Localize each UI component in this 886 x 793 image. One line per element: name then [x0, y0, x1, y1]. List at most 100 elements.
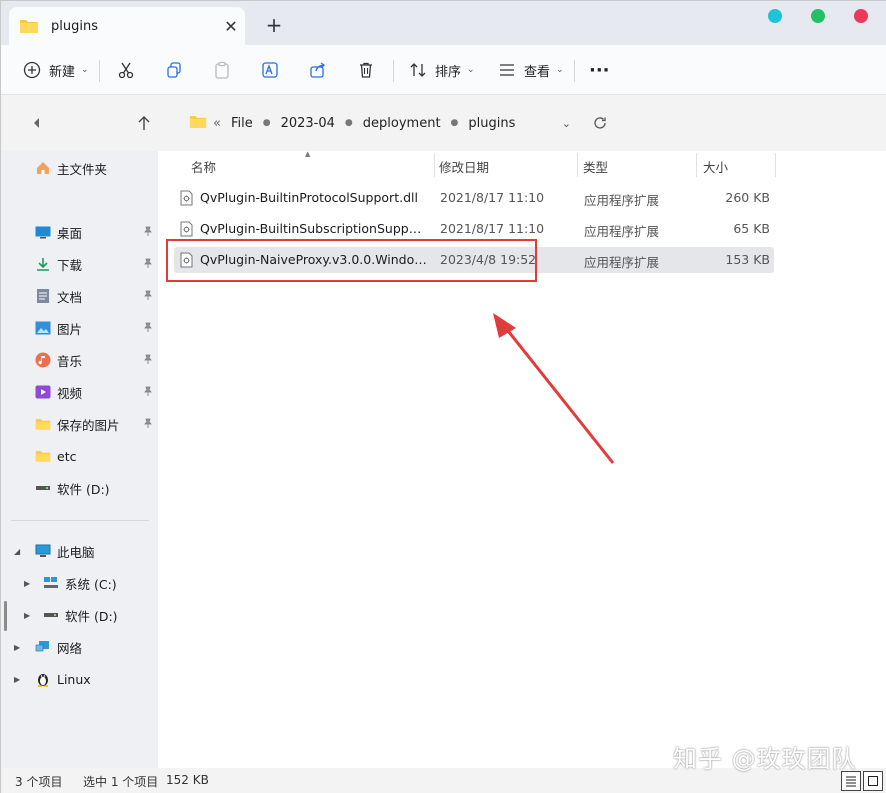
share-icon: [307, 59, 329, 81]
column-header: ▲ 名称 修改日期 类型 大小: [158, 150, 886, 179]
sidebar-item-label: 保存的图片: [57, 417, 120, 433]
breadcrumb[interactable]: « File ● 2023-04 ● deployment ● plugins …: [181, 107, 581, 139]
pin-icon[interactable]: [143, 386, 153, 399]
sidebar-item-this-pc[interactable]: ◢ 此电脑: [1, 537, 158, 565]
chevron-down-icon[interactable]: ⌄: [562, 117, 571, 130]
sidebar-item-drive-c[interactable]: ▶ 系统 (C:): [1, 569, 158, 597]
breadcrumb-file[interactable]: File: [231, 116, 253, 131]
dll-file-icon: [180, 221, 193, 237]
column-divider[interactable]: [775, 153, 776, 177]
pin-icon[interactable]: [143, 226, 153, 239]
pin-icon[interactable]: [143, 322, 153, 335]
chevron-right-icon[interactable]: ▶: [24, 579, 30, 588]
linux-penguin-icon: [35, 671, 51, 687]
trash-icon: [355, 59, 377, 81]
window-control-dot-3[interactable]: [854, 9, 868, 23]
breadcrumb-overflow[interactable]: «: [213, 116, 221, 131]
view-button[interactable]: 查看 ⌄: [496, 55, 564, 85]
chevron-right-icon[interactable]: ▶: [14, 643, 20, 652]
sidebar-item-label: 系统 (C:): [65, 576, 117, 592]
column-size[interactable]: 大小: [703, 157, 728, 176]
sidebar-item-quick[interactable]: 桌面: [1, 218, 158, 246]
chevron-right-icon[interactable]: ▶: [24, 611, 30, 620]
breadcrumb-deployment[interactable]: deployment: [363, 116, 441, 131]
computer-icon: [35, 543, 51, 559]
window-control-dot-2[interactable]: [811, 9, 825, 23]
column-type[interactable]: 类型: [583, 157, 608, 176]
sidebar-item-label: etc: [57, 448, 77, 464]
file-explorer-window: plugins ✕ + 新建 ⌄ 排序 ⌄ 查看 ⌄ ··· « File ● …: [0, 0, 886, 793]
rename-icon: [259, 59, 281, 81]
up-arrow-icon: [138, 116, 150, 130]
column-date[interactable]: 修改日期: [439, 157, 489, 176]
tab-plugins[interactable]: plugins ✕: [9, 7, 245, 45]
more-options-button[interactable]: ···: [589, 55, 610, 85]
breadcrumb-plugins[interactable]: plugins: [468, 116, 515, 131]
item-count: 3 个项目: [15, 775, 63, 789]
up-button[interactable]: [132, 111, 156, 135]
refresh-icon: [594, 117, 606, 129]
sort-ascending-icon: ▲: [305, 150, 311, 158]
sidebar-item-quick[interactable]: 保存的图片: [1, 410, 158, 438]
sidebar-item-label: 软件 (D:): [57, 481, 110, 497]
column-divider[interactable]: [696, 153, 697, 177]
breadcrumb-2023-04[interactable]: 2023-04: [281, 116, 335, 131]
sidebar-item-label: 视频: [57, 385, 83, 401]
sidebar-item-home[interactable]: 主文件夹: [1, 154, 158, 182]
tiles-view-button[interactable]: [863, 771, 883, 791]
column-divider[interactable]: [434, 153, 435, 177]
share-button[interactable]: [307, 55, 329, 85]
pin-icon[interactable]: [143, 258, 153, 271]
sidebar-scrollbar[interactable]: [4, 601, 7, 631]
delete-button[interactable]: [355, 55, 377, 85]
sidebar-item-quick[interactable]: etc: [1, 442, 158, 470]
back-button[interactable]: [25, 111, 49, 135]
pin-icon[interactable]: [143, 354, 153, 367]
chevron-right-icon[interactable]: ▶: [14, 675, 20, 684]
breadcrumb-separator: ●: [262, 118, 271, 128]
details-view-button[interactable]: [841, 771, 861, 791]
tab-title: plugins: [51, 18, 98, 34]
file-size: 260 KB: [725, 190, 770, 205]
sort-icon: [407, 59, 429, 81]
sidebar-item-quick[interactable]: 音乐: [1, 346, 158, 374]
sidebar-item-label: 主文件夹: [57, 161, 108, 177]
breadcrumb-separator: ●: [344, 118, 353, 128]
column-name[interactable]: 名称: [191, 157, 216, 176]
column-divider[interactable]: [577, 153, 578, 177]
sidebar-item-label: Linux: [57, 671, 91, 687]
sidebar-item-linux[interactable]: ▶ Linux: [1, 665, 158, 693]
sidebar-item-quick[interactable]: 软件 (D:): [1, 474, 158, 502]
music-icon: [35, 352, 51, 368]
sidebar-item-network[interactable]: ▶ 网络: [1, 633, 158, 661]
pictures-icon: [35, 320, 51, 336]
address-row: « File ● 2023-04 ● deployment ● plugins …: [1, 95, 886, 151]
file-type: 应用程序扩展: [584, 255, 660, 270]
window-control-dot-1[interactable]: [768, 9, 782, 23]
sidebar-item-drive-d[interactable]: ▶ 软件 (D:): [1, 601, 158, 629]
paste-button[interactable]: [211, 55, 233, 85]
new-button[interactable]: 新建 ⌄: [21, 55, 89, 85]
refresh-button[interactable]: [588, 111, 612, 135]
pin-icon[interactable]: [143, 418, 153, 431]
sidebar-item-quick[interactable]: 视频: [1, 378, 158, 406]
home-icon: [35, 160, 51, 176]
sidebar-item-quick[interactable]: 图片: [1, 314, 158, 342]
copy-button[interactable]: [163, 55, 185, 85]
close-tab-icon[interactable]: ✕: [217, 17, 245, 36]
sidebar-item-quick[interactable]: 下载: [1, 250, 158, 278]
download-icon: [35, 256, 51, 272]
file-row[interactable]: QvPlugin-BuiltinProtocolSupport.dll 2021/…: [174, 185, 774, 211]
sidebar-divider: [11, 520, 149, 521]
new-tab-button[interactable]: +: [260, 12, 288, 38]
sort-button[interactable]: 排序 ⌄: [407, 55, 475, 85]
pin-icon[interactable]: [143, 290, 153, 303]
selected-count: 选中 1 个项目: [83, 775, 159, 789]
chevron-expanded-icon[interactable]: ◢: [14, 547, 20, 556]
documents-icon: [35, 288, 51, 304]
videos-icon: [35, 384, 51, 400]
sidebar-item-quick[interactable]: 文档: [1, 282, 158, 310]
chevron-down-icon: ⌄: [467, 65, 475, 75]
rename-button[interactable]: [259, 55, 281, 85]
cut-button[interactable]: [115, 55, 137, 85]
